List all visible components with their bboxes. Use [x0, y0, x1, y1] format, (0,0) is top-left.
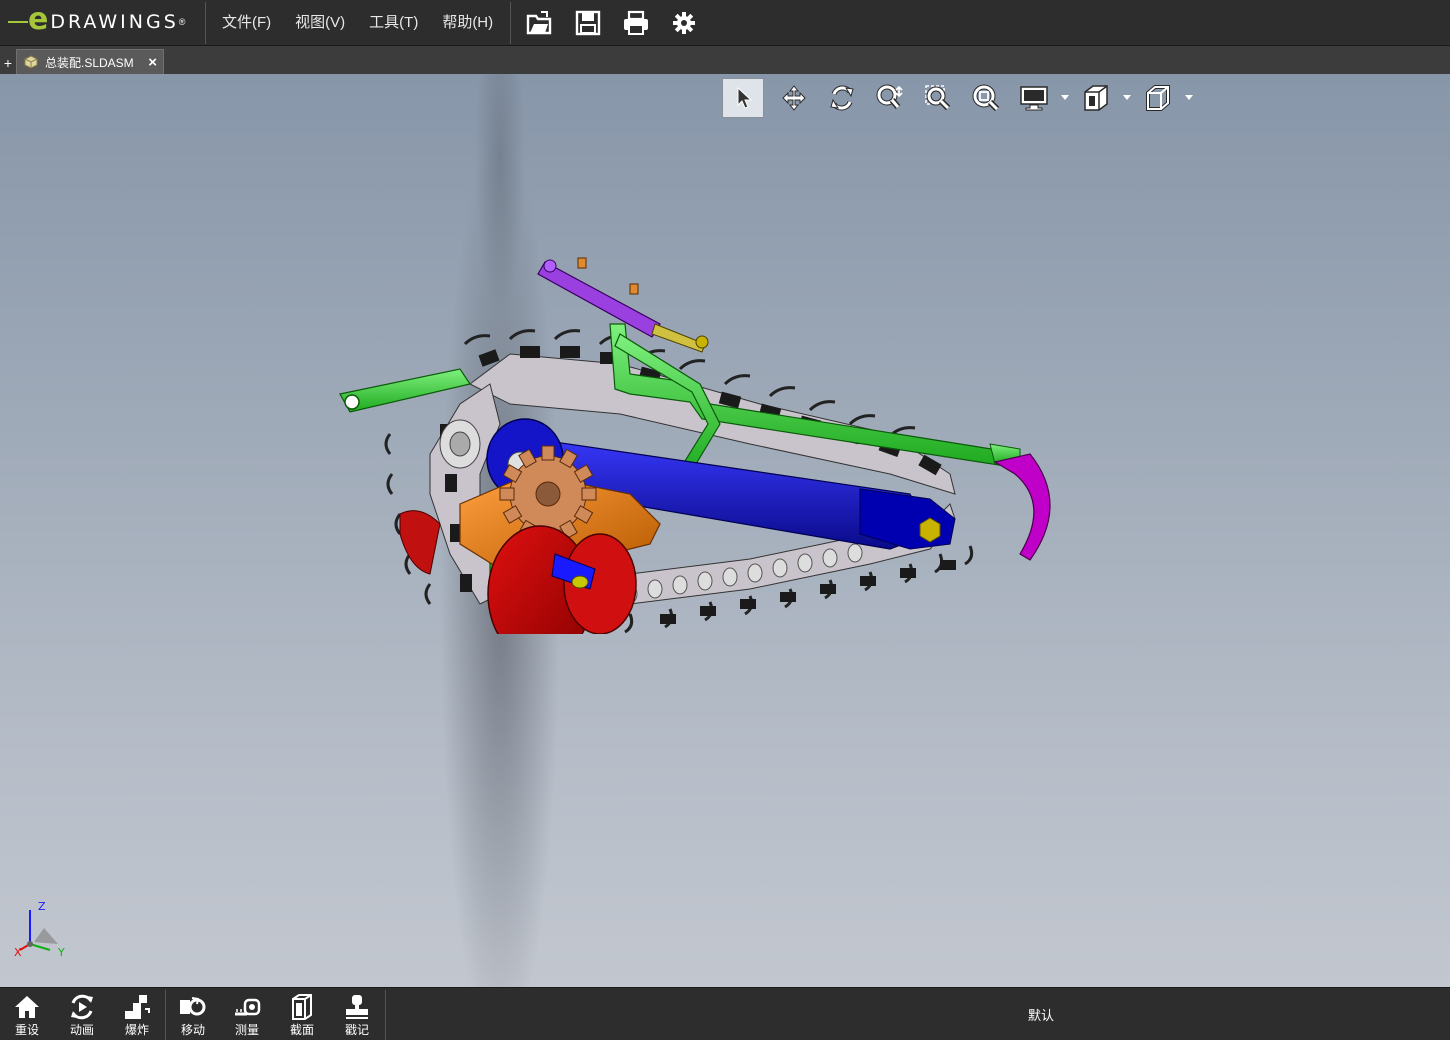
add-tab-button[interactable]: +: [2, 55, 14, 71]
move-icon: [180, 997, 206, 1016]
section-view-icon[interactable]: [1072, 78, 1120, 118]
view-toolbar: [722, 78, 1196, 118]
menu-view[interactable]: 视图(V): [283, 0, 357, 46]
move-button[interactable]: 移动: [166, 988, 220, 1040]
rotate-icon[interactable]: [818, 78, 866, 118]
menu-help[interactable]: 帮助(H): [430, 0, 505, 46]
3d-viewport[interactable]: Z X Y: [0, 74, 1450, 987]
display-style-icon[interactable]: [1010, 78, 1058, 118]
close-tab-icon[interactable]: ×: [148, 54, 157, 71]
settings-icon[interactable]: [660, 4, 708, 42]
reset-button[interactable]: 重设: [0, 988, 54, 1040]
measure-button[interactable]: 测量: [220, 988, 274, 1040]
save-icon[interactable]: [564, 4, 612, 42]
menu-bar: 文件(F) 视图(V) 工具(T) 帮助(H): [210, 0, 505, 46]
standard-views-icon[interactable]: [1134, 78, 1182, 118]
zoom-icon[interactable]: [866, 78, 914, 118]
triad-y-label: Y: [57, 946, 65, 958]
bottom-toolbar: 重设 动画 爆炸 移动 测量 截面 戳记 默认: [0, 987, 1450, 1040]
divider: [510, 2, 511, 44]
select-icon[interactable]: [722, 78, 764, 118]
edrawings-logo: e DRAWINGS ®: [8, 4, 185, 40]
motor: [439, 419, 481, 469]
print-icon[interactable]: [612, 4, 660, 42]
chevron-down-icon[interactable]: [1120, 78, 1134, 118]
tab-document[interactable]: 总装配.SLDASM ×: [16, 49, 164, 74]
animate-button[interactable]: 动画: [55, 988, 109, 1040]
menu-tools[interactable]: 工具(T): [357, 0, 430, 46]
explode-icon: [125, 995, 150, 1019]
measure-icon: [235, 998, 261, 1016]
explode-button[interactable]: 爆炸: [110, 988, 164, 1040]
open-icon[interactable]: [516, 4, 564, 42]
end-guard: [993, 453, 1051, 561]
home-icon: [15, 996, 39, 1018]
document-tab-bar: + 总装配.SLDASM ×: [0, 47, 1450, 74]
pan-icon[interactable]: [770, 78, 818, 118]
chevron-down-icon[interactable]: [1182, 78, 1196, 118]
assembly-model[interactable]: [330, 174, 1070, 634]
triad-z-label: Z: [38, 900, 46, 913]
top-toolbar: e DRAWINGS ® 文件(F) 视图(V) 工具(T) 帮助(H): [0, 0, 1450, 46]
coordinate-triad: Z X Y: [14, 898, 74, 959]
assembly-icon: [24, 55, 38, 69]
animate-icon: [71, 994, 93, 1020]
section-icon: [292, 994, 312, 1020]
divider: [205, 2, 206, 44]
document-name: 总装配.SLDASM: [45, 55, 134, 70]
section-button[interactable]: 截面: [275, 988, 329, 1040]
triad-x-label: X: [14, 946, 22, 958]
configuration-name[interactable]: 默认: [1028, 1005, 1054, 1024]
chevron-down-icon[interactable]: [1058, 78, 1072, 118]
menu-file[interactable]: 文件(F): [210, 0, 283, 46]
zoom-to-fit-icon[interactable]: [962, 78, 1010, 118]
stamp-icon: [346, 995, 368, 1019]
stamp-button[interactable]: 戳记: [330, 988, 384, 1040]
zoom-to-area-icon[interactable]: [914, 78, 962, 118]
